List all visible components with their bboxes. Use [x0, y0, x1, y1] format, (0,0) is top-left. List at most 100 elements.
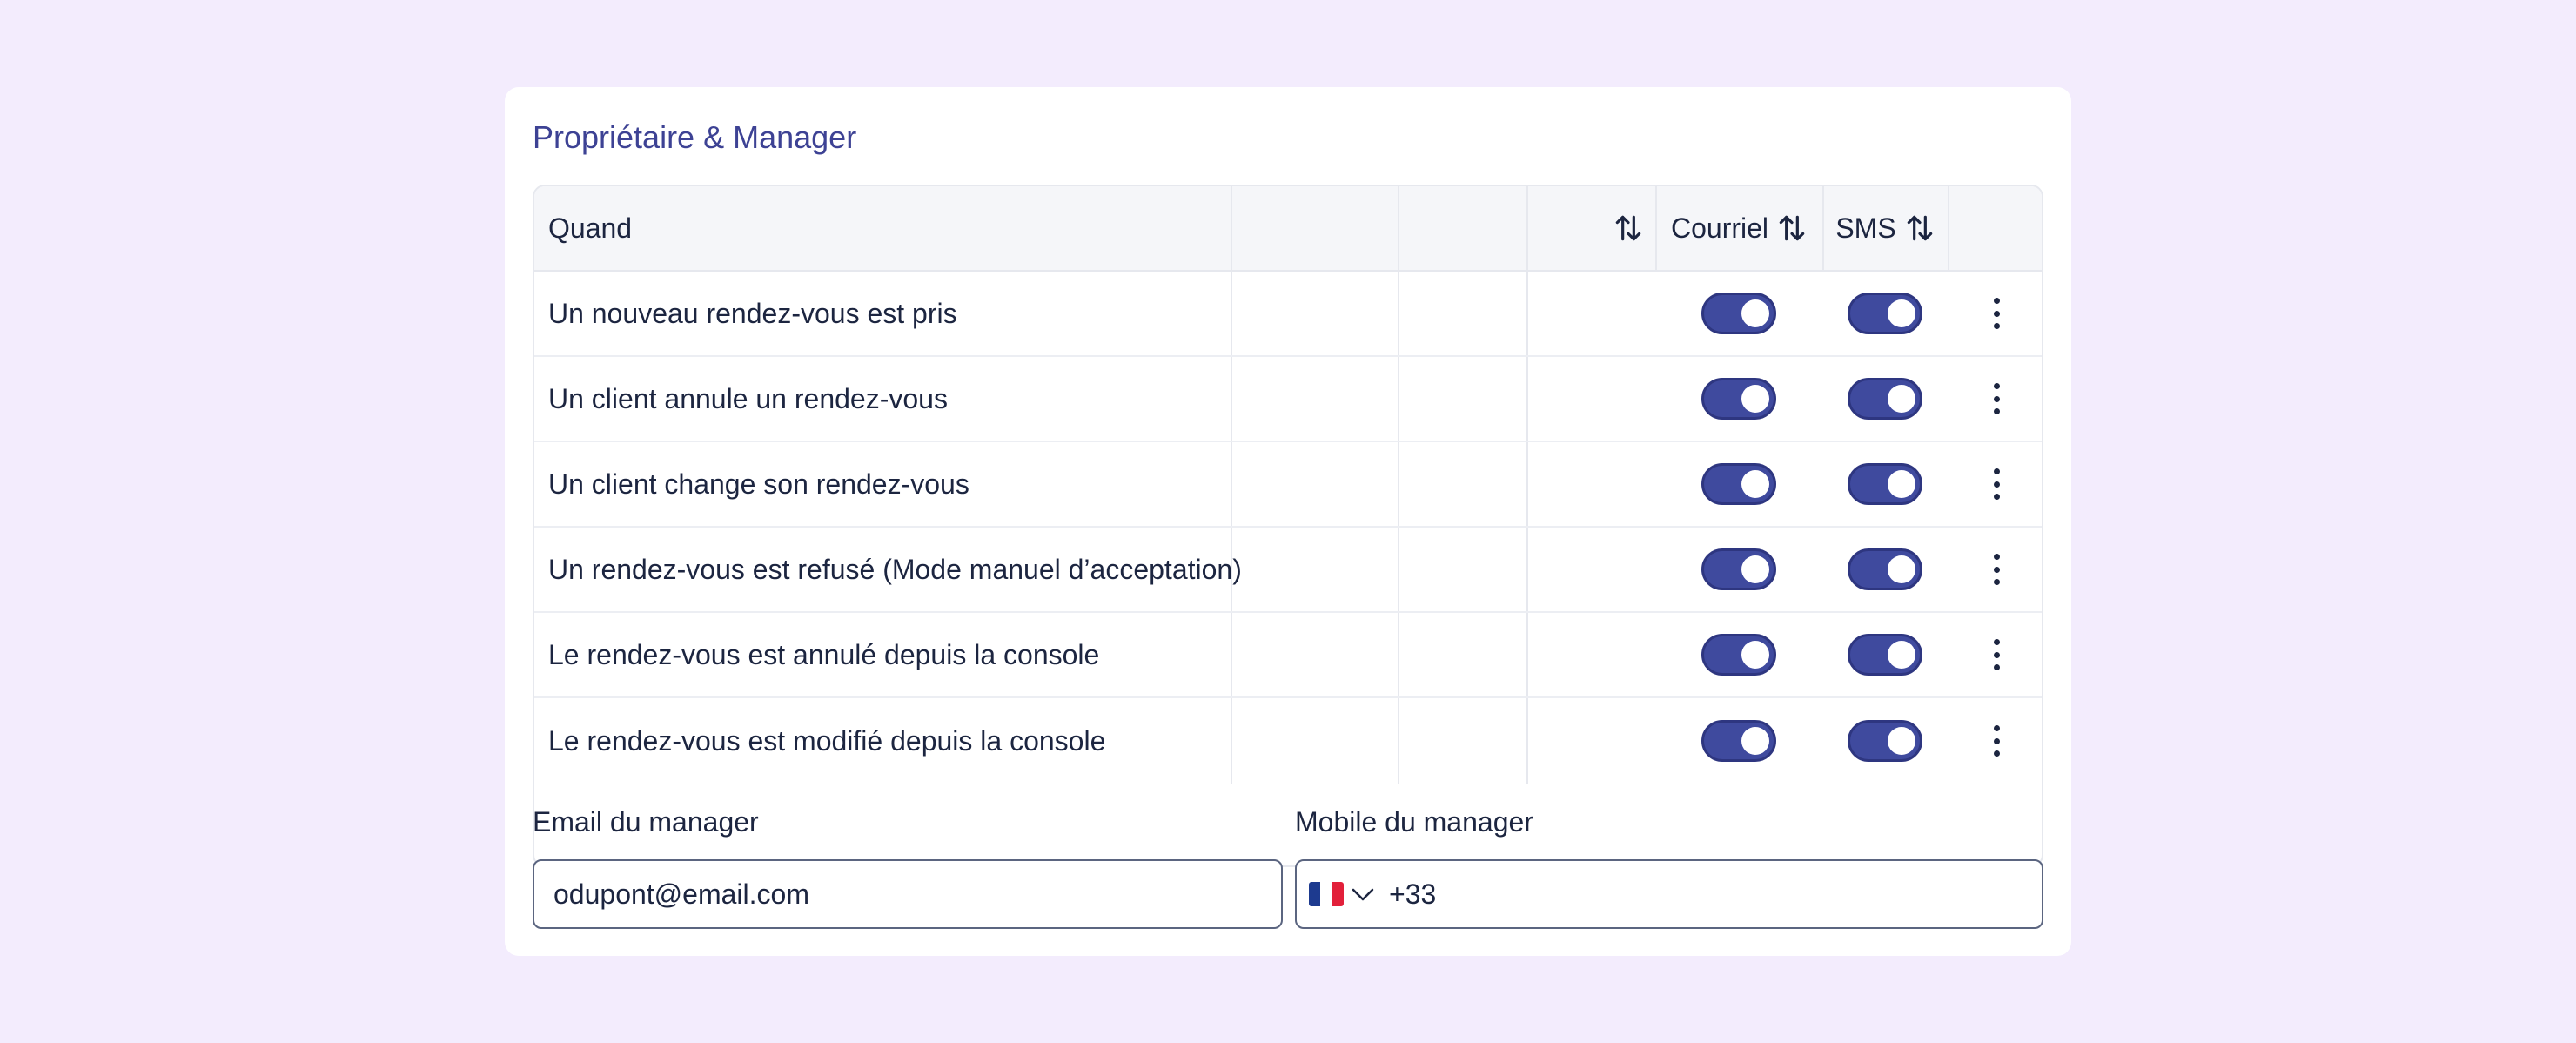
sms-toggle-cell [1822, 528, 1948, 611]
more-vertical-icon[interactable] [1989, 725, 2003, 757]
header-sort-cell[interactable] [1526, 186, 1655, 270]
table-header-row: Quand Courriel SMS [534, 186, 2042, 272]
sms-toggle-cell [1822, 613, 1948, 696]
sort-arrows-icon[interactable] [1612, 212, 1645, 245]
email-toggle[interactable] [1701, 634, 1776, 676]
more-vertical-icon[interactable] [1989, 298, 2003, 329]
chevron-down-icon[interactable] [1351, 885, 1375, 903]
toggle-knob [1888, 727, 1915, 755]
row-menu-cell [1948, 613, 2042, 696]
toggle-knob [1741, 299, 1769, 327]
email-toggle-cell [1655, 528, 1822, 611]
empty-cell [1231, 442, 1399, 526]
sms-toggle[interactable] [1848, 634, 1922, 676]
empty-cell [1398, 698, 1526, 784]
email-toggle[interactable] [1701, 463, 1776, 505]
row-menu-cell [1948, 698, 2042, 784]
event-cell: Le rendez-vous est annulé depuis la cons… [534, 613, 1232, 696]
header-email-cell[interactable]: Courriel [1655, 186, 1822, 270]
sms-toggle[interactable] [1848, 293, 1922, 334]
email-toggle-cell [1655, 357, 1822, 441]
toggle-knob [1888, 385, 1915, 413]
event-label: Le rendez-vous est annulé depuis la cons… [548, 638, 1100, 670]
section-title: Propriétaire & Manager [533, 119, 857, 155]
sms-toggle-cell [1822, 357, 1948, 441]
toggle-knob [1741, 470, 1769, 498]
empty-cell [1526, 357, 1655, 441]
france-flag-icon[interactable] [1309, 882, 1344, 906]
empty-cell [1526, 528, 1655, 611]
table-row: Le rendez-vous est modifié depuis la con… [534, 698, 2042, 784]
empty-cell [1398, 528, 1526, 611]
empty-cell [1231, 357, 1399, 441]
header-email-label: Courriel [1670, 212, 1769, 244]
event-label: Un nouveau rendez-vous est pris [548, 297, 957, 329]
more-vertical-icon[interactable] [1989, 639, 2003, 670]
toggle-knob [1741, 641, 1769, 669]
sort-arrows-icon[interactable] [1775, 212, 1808, 245]
empty-cell [1398, 613, 1526, 696]
sort-arrows-icon[interactable] [1903, 212, 1936, 245]
event-cell: Un nouveau rendez-vous est pris [534, 272, 1232, 355]
row-menu-cell [1948, 442, 2042, 526]
sms-toggle[interactable] [1848, 720, 1922, 762]
email-toggle[interactable] [1701, 548, 1776, 590]
toggle-knob [1888, 299, 1915, 327]
header-empty-cell [1398, 186, 1526, 270]
sms-toggle[interactable] [1848, 548, 1922, 590]
more-vertical-icon[interactable] [1989, 468, 2003, 500]
email-toggle[interactable] [1701, 378, 1776, 420]
empty-cell [1231, 272, 1399, 355]
sms-toggle[interactable] [1848, 378, 1922, 420]
manager-mobile-label: Mobile du manager [1295, 806, 1533, 838]
empty-cell [1526, 272, 1655, 355]
sms-toggle-cell [1822, 272, 1948, 355]
event-cell: Un rendez-vous est refusé (Mode manuel d… [534, 528, 1242, 611]
header-when-label: Quand [548, 212, 633, 244]
row-menu-cell [1948, 528, 2042, 611]
manager-email-value: odupont@email.com [553, 878, 809, 910]
sms-toggle[interactable] [1848, 463, 1922, 505]
empty-cell [1526, 442, 1655, 526]
table-row: Un client annule un rendez-vous [534, 357, 2042, 442]
email-toggle[interactable] [1701, 293, 1776, 334]
more-vertical-icon[interactable] [1989, 383, 2003, 414]
manager-email-field[interactable]: odupont@email.com [533, 859, 1283, 929]
header-sms-label: SMS [1835, 212, 1896, 244]
manager-mobile-field[interactable]: +33 [1295, 859, 2043, 929]
email-toggle-cell [1655, 442, 1822, 526]
row-menu-cell [1948, 357, 2042, 441]
notifications-card: Propriétaire & Manager Quand Courriel SM… [505, 87, 2071, 956]
header-menu-cell [1948, 186, 2042, 270]
email-toggle-cell [1655, 698, 1822, 784]
toggle-knob [1741, 385, 1769, 413]
event-label: Le rendez-vous est modifié depuis la con… [548, 724, 1106, 757]
event-cell: Le rendez-vous est modifié depuis la con… [534, 698, 1232, 784]
empty-cell [1398, 357, 1526, 441]
header-empty-cell [1231, 186, 1399, 270]
empty-cell [1231, 528, 1399, 611]
notifications-table: Quand Courriel SMS Un nouveau rendez-vou… [533, 185, 2043, 867]
more-vertical-icon[interactable] [1989, 554, 2003, 585]
toggle-knob [1741, 727, 1769, 755]
toggle-knob [1888, 555, 1915, 583]
table-row: Le rendez-vous est annulé depuis la cons… [534, 613, 2042, 698]
event-cell: Un client annule un rendez-vous [534, 357, 1232, 441]
sms-toggle-cell [1822, 698, 1948, 784]
toggle-knob [1741, 555, 1769, 583]
email-toggle-cell [1655, 272, 1822, 355]
manager-email-label: Email du manager [533, 806, 759, 838]
row-menu-cell [1948, 272, 2042, 355]
event-cell: Un client change son rendez-vous [534, 442, 1232, 526]
email-toggle[interactable] [1701, 720, 1776, 762]
empty-cell [1526, 613, 1655, 696]
email-toggle-cell [1655, 613, 1822, 696]
table-row: Un rendez-vous est refusé (Mode manuel d… [534, 528, 2042, 613]
header-when-cell: Quand [534, 186, 1232, 270]
header-sms-cell[interactable]: SMS [1822, 186, 1948, 270]
empty-cell [1526, 698, 1655, 784]
sms-toggle-cell [1822, 442, 1948, 526]
event-label: Un client change son rendez-vous [548, 468, 969, 500]
table-row: Un nouveau rendez-vous est pris [534, 272, 2042, 357]
table-row: Un client change son rendez-vous [534, 442, 2042, 528]
